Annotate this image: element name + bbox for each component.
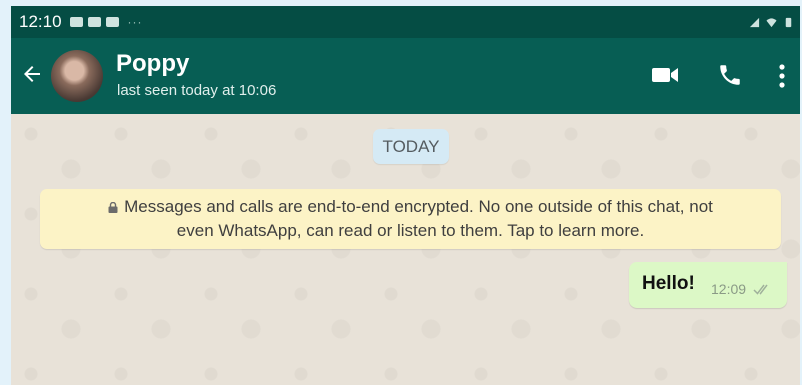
video-call-icon[interactable] <box>651 64 679 86</box>
contact-name[interactable]: Poppy <box>116 50 189 78</box>
chat-header: Poppy last seen today at 10:06 <box>11 38 800 114</box>
status-icons-left: ··· <box>69 15 143 29</box>
status-bar: 12:10 ··· <box>11 6 800 38</box>
last-seen-status: last seen today at 10:06 <box>117 82 277 99</box>
avatar[interactable] <box>51 50 103 102</box>
wifi-icon <box>766 17 777 27</box>
lock-icon <box>108 202 118 213</box>
app-icon <box>105 17 119 27</box>
encryption-notice-line-1: Messages and calls are end-to-end encryp… <box>40 195 781 219</box>
signal-icon <box>749 17 760 27</box>
message-text: Hello! <box>642 273 695 294</box>
more-options-icon[interactable] <box>776 62 788 90</box>
encryption-notice-text-1: Messages and calls are end-to-end encryp… <box>124 197 713 216</box>
double-check-icon <box>753 284 768 295</box>
outgoing-message[interactable]: Hello! 12:09 <box>629 262 787 308</box>
message-time: 12:09 <box>711 281 747 297</box>
phone-call-icon[interactable] <box>717 62 743 88</box>
more-notifications-icon: ··· <box>127 15 143 29</box>
encryption-notice[interactable]: Messages and calls are end-to-end encryp… <box>40 189 781 249</box>
date-divider: TODAY <box>373 129 449 164</box>
back-arrow-icon[interactable] <box>20 62 44 86</box>
phone-screen: 12:10 ··· Poppy last seen today at 10:06 <box>11 6 800 385</box>
video-icon <box>87 17 101 27</box>
status-icons-right <box>749 17 794 28</box>
image-icon <box>69 17 83 27</box>
chat-area[interactable]: TODAY Messages and calls are end-to-end … <box>11 114 800 385</box>
encryption-notice-line-2: even WhatsApp, can read or listen to the… <box>176 221 645 240</box>
battery-icon <box>785 17 792 27</box>
status-time: 12:10 <box>19 12 62 31</box>
